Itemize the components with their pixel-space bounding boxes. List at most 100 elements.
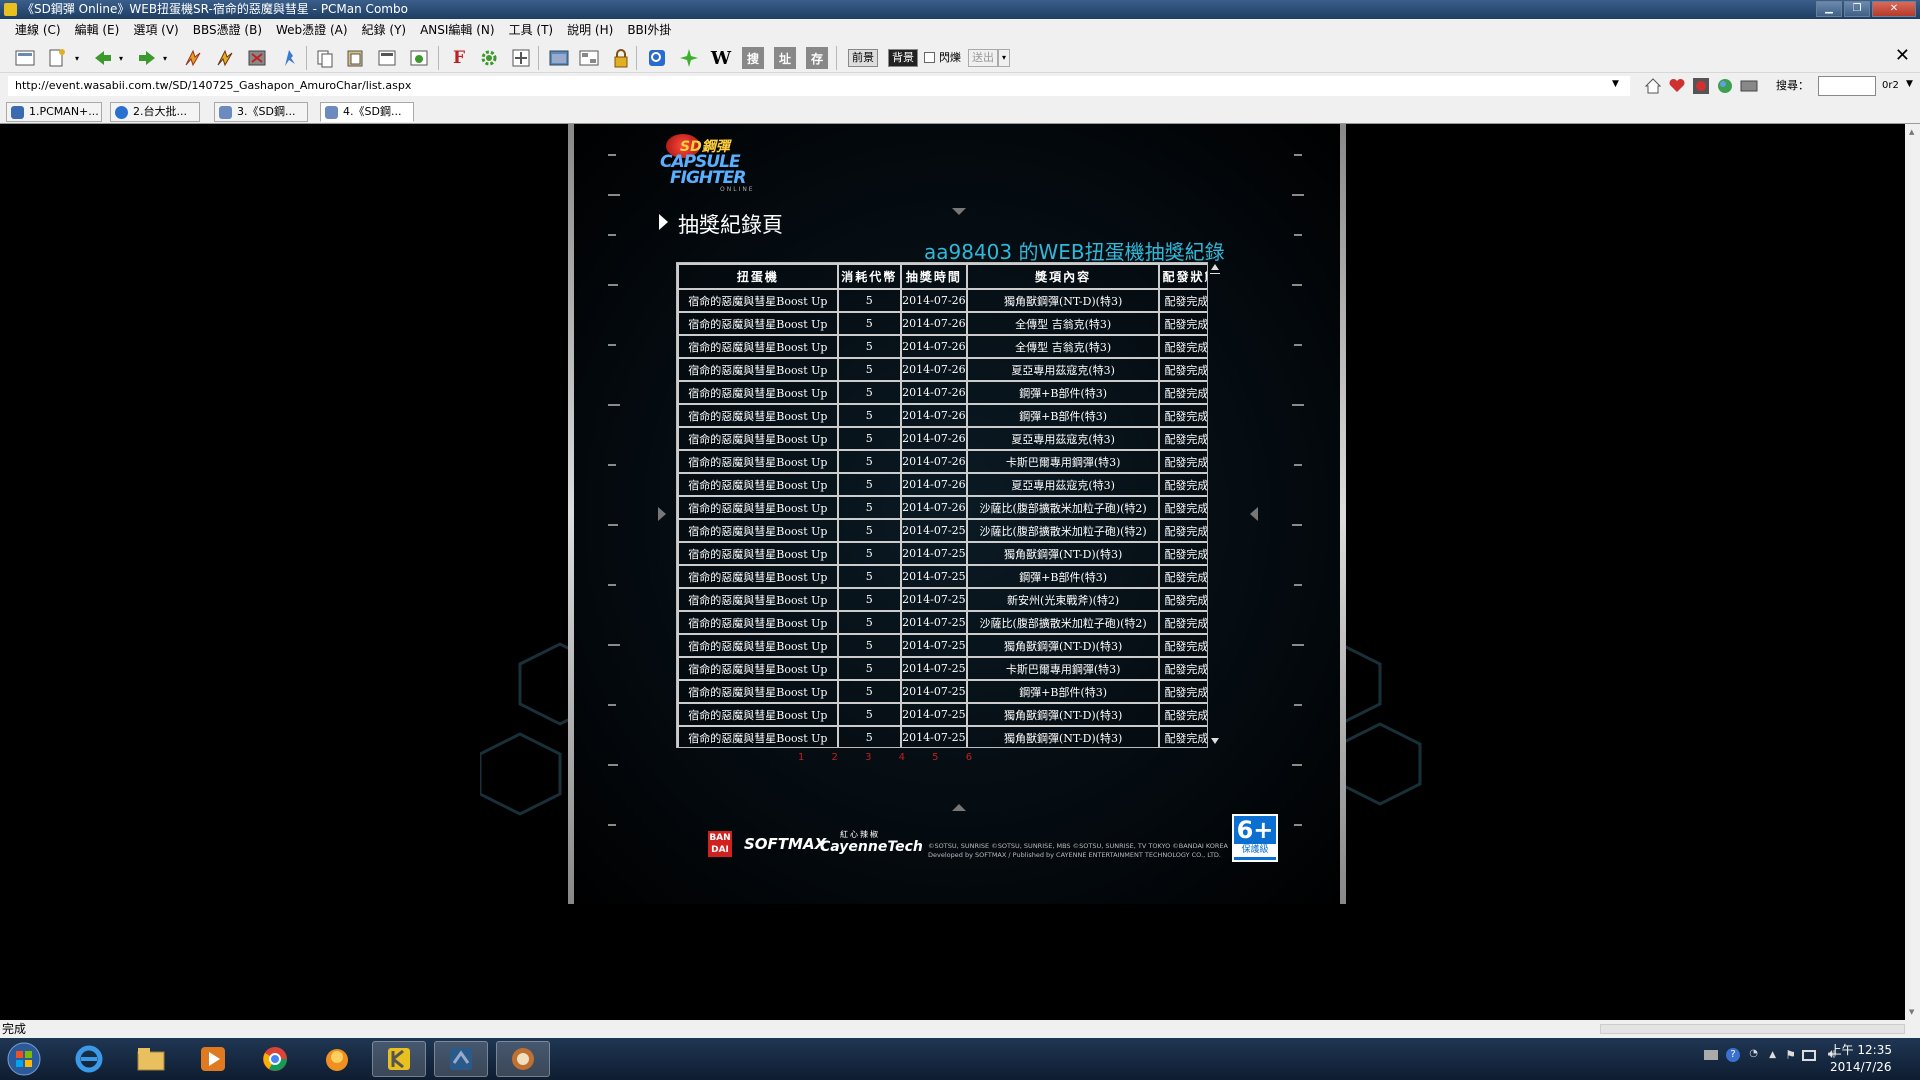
window-icon[interactable]	[548, 47, 570, 69]
help-icon[interactable]: ?	[1726, 1048, 1740, 1062]
tab-4[interactable]: 4.《SD鋼...	[320, 102, 414, 122]
cell-prize: 鋼彈+B部件(特3)	[965, 564, 1161, 589]
menu-edit[interactable]: 編輯 (E)	[68, 19, 127, 41]
send-button[interactable]: 送出	[968, 49, 998, 67]
clock[interactable]: 上午 12:35 2014/7/26	[1830, 1042, 1892, 1076]
address-char-icon[interactable]: 址	[774, 47, 796, 69]
scroll-down-icon[interactable]: ▼	[1909, 1008, 1914, 1016]
panel-icon[interactable]	[1740, 77, 1758, 98]
record-table-container[interactable]: 扭蛋機 消耗代幣 抽獎時間 獎項內容 配發狀態 宿命的惡魔與彗星Boost Up…	[676, 262, 1208, 748]
reconnect-icon[interactable]	[182, 47, 204, 69]
menu-help[interactable]: 說明 (H)	[560, 19, 620, 41]
background-color-button[interactable]: 背景	[888, 49, 918, 67]
steam-icon[interactable]	[434, 1041, 488, 1077]
page-scrollbar[interactable]: ▲ ▼	[1905, 124, 1920, 1020]
ie-icon[interactable]	[62, 1041, 116, 1077]
menu-tools[interactable]: 工具 (T)	[502, 19, 561, 41]
right-arrow-icon[interactable]	[1250, 507, 1258, 521]
game-logo[interactable]: SD鋼彈 CAPSULE FIGHTER ONLINE	[658, 134, 788, 196]
blink-checkbox[interactable]	[924, 52, 935, 63]
search-input[interactable]	[1818, 76, 1876, 96]
app-icon[interactable]	[4, 3, 17, 16]
connect-icon[interactable]	[14, 47, 36, 69]
home-icon[interactable]	[1644, 77, 1662, 98]
image-icon[interactable]	[578, 47, 600, 69]
search-engine-icon[interactable]	[646, 47, 668, 69]
fullscreen-icon[interactable]	[510, 47, 532, 69]
search-char-icon[interactable]: 搜	[742, 47, 764, 69]
block-icon[interactable]	[1692, 77, 1710, 98]
cell-status: 配發完成	[1158, 334, 1207, 359]
cell-prize: 沙薩比(腹部擴散米加粒子砲)(特2)	[965, 518, 1161, 543]
scroll-up-icon[interactable]: ▲	[1909, 128, 1914, 136]
send-dropdown-icon[interactable]: ▾	[998, 49, 1010, 67]
keyboard-icon[interactable]	[1704, 1050, 1718, 1060]
paste-icon[interactable]	[344, 47, 366, 69]
pcman-taskbar-icon[interactable]	[372, 1041, 426, 1077]
forward-icon[interactable]	[136, 47, 158, 69]
menu-connection[interactable]: 連線 (C)	[8, 19, 68, 41]
zoom-label[interactable]: 0r2	[1882, 77, 1899, 95]
left-arrow-icon[interactable]	[658, 507, 666, 521]
pin-icon[interactable]	[278, 47, 300, 69]
new-icon[interactable]	[46, 47, 68, 69]
cell-tokens: 5	[836, 288, 902, 313]
clock-time: 上午 12:35	[1829, 1043, 1892, 1057]
back-dropdown-icon[interactable]: ▾	[116, 47, 126, 69]
chrome-icon[interactable]	[248, 1041, 302, 1077]
copy-icon[interactable]	[314, 47, 336, 69]
scroll-down-icon[interactable]	[1211, 738, 1219, 744]
tray-expand-icon[interactable]: ▲	[1769, 1050, 1776, 1060]
disconnect-icon[interactable]	[214, 47, 236, 69]
lock-icon[interactable]	[610, 47, 632, 69]
cell-status: 配發完成	[1158, 610, 1207, 635]
media-player-icon[interactable]	[186, 1041, 240, 1077]
network-mini-icon[interactable]: ◔	[1749, 1048, 1758, 1059]
menu-web-favorites[interactable]: Web憑證 (A)	[269, 19, 355, 41]
save-char-icon[interactable]: 存	[806, 47, 828, 69]
cell-status: 配發完成	[1158, 633, 1207, 658]
start-button[interactable]	[0, 1041, 48, 1077]
explorer-icon[interactable]	[124, 1041, 178, 1077]
close-tab-icon[interactable]: ✕	[1895, 45, 1910, 66]
minimize-button[interactable]: ▁	[1816, 1, 1842, 17]
forward-dropdown-icon[interactable]: ▾	[160, 47, 170, 69]
font-icon[interactable]: F	[448, 47, 470, 69]
menu-log[interactable]: 紀錄 (Y)	[355, 19, 414, 41]
stop-icon[interactable]	[246, 47, 268, 69]
chat-app-icon[interactable]	[310, 1041, 364, 1077]
scroll-up-icon[interactable]	[1211, 264, 1219, 270]
foreground-color-button[interactable]: 前景	[848, 49, 878, 67]
maximize-button[interactable]: ❐	[1844, 1, 1870, 17]
paste-color-icon[interactable]	[376, 47, 398, 69]
menu-bbi-plugin[interactable]: BBI外掛	[620, 19, 678, 41]
pagination[interactable]: 1 2 3 4 5 6 7 8 9 10 下頁	[798, 752, 998, 762]
address-input[interactable]: http://event.wasabii.com.tw/SD/140725_Ga…	[8, 76, 1630, 96]
cell-status: 配發完成	[1158, 725, 1207, 747]
back-icon[interactable]	[92, 47, 114, 69]
table-scrollbar[interactable]	[1208, 262, 1222, 748]
menu-bbs-favorites[interactable]: BBS憑證 (B)	[186, 19, 269, 41]
search-dropdown-icon[interactable]: ▼	[1906, 79, 1913, 89]
menu-ansi-edit[interactable]: ANSI編輯 (N)	[413, 19, 502, 41]
network-icon[interactable]	[1802, 1050, 1816, 1061]
new-dropdown-icon[interactable]: ▾	[72, 47, 82, 69]
address-dropdown-icon[interactable]: ▼	[1612, 79, 1619, 89]
rating-value: 6+	[1236, 816, 1274, 844]
settings-gear-icon[interactable]	[478, 47, 500, 69]
tab-1[interactable]: 1.PCMAN+...	[6, 102, 102, 122]
tab-2[interactable]: 2.台大批...	[110, 102, 200, 122]
menu-options[interactable]: 選項 (V)	[126, 19, 185, 41]
wikipedia-icon[interactable]: W	[710, 47, 732, 69]
cell-machine: 宿命的惡魔與彗星Boost Up	[677, 403, 839, 428]
globe-icon[interactable]	[1716, 77, 1734, 98]
flag-icon[interactable]: ⚑	[1785, 1048, 1796, 1062]
tab-3[interactable]: 3.《SD鋼...	[214, 102, 308, 122]
screenshot-icon[interactable]	[408, 47, 430, 69]
heart-icon[interactable]	[1668, 77, 1686, 98]
cell-machine: 宿命的惡魔與彗星Boost Up	[677, 449, 839, 474]
cell-status: 配發完成	[1158, 518, 1207, 543]
green-star-icon[interactable]	[678, 47, 700, 69]
gear-app-icon[interactable]	[496, 1041, 550, 1077]
close-window-button[interactable]: ✕	[1872, 1, 1916, 17]
